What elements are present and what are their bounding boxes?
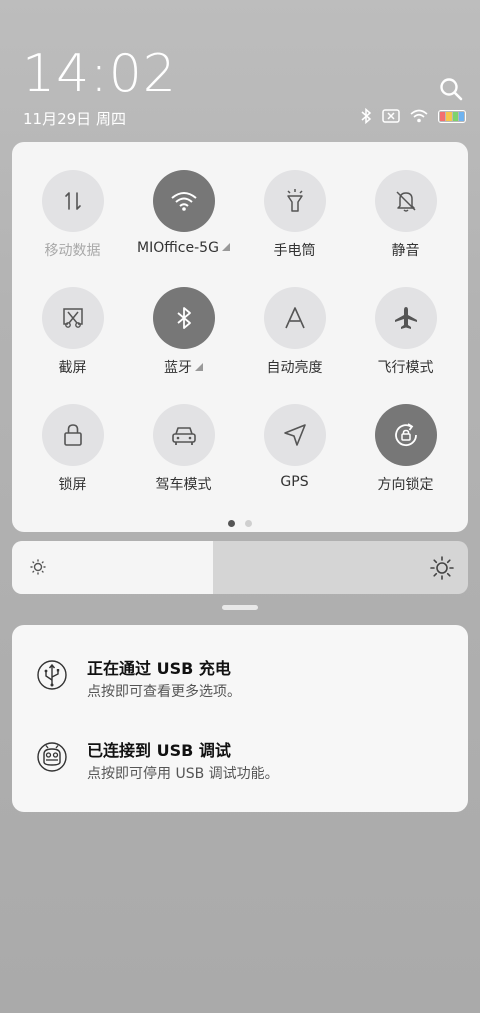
search-icon[interactable] bbox=[438, 76, 464, 102]
status-icons bbox=[360, 108, 466, 124]
notification-title: 已连接到 USB 调试 bbox=[87, 741, 231, 760]
bell-off-icon bbox=[395, 191, 416, 212]
page-indicator bbox=[12, 520, 468, 527]
brightness-high-icon bbox=[430, 556, 454, 580]
clock[interactable]: 14:02 bbox=[22, 44, 177, 104]
wifi-icon bbox=[410, 109, 428, 123]
no-sim-icon bbox=[382, 109, 400, 123]
expand-arrow-icon[interactable] bbox=[195, 363, 203, 371]
tile-circle[interactable] bbox=[152, 170, 215, 232]
usb-icon bbox=[37, 660, 67, 690]
battery-icon bbox=[438, 109, 466, 123]
screenshot-icon bbox=[62, 308, 83, 328]
tile-airplane-mode[interactable]: 飞行模式 bbox=[350, 287, 461, 397]
tile-circle[interactable] bbox=[41, 287, 104, 349]
tile-circle[interactable] bbox=[374, 287, 437, 349]
notification-title: 正在通过 USB 充电 bbox=[87, 659, 231, 678]
tile-mobile-data[interactable]: 移动数据 bbox=[17, 170, 128, 280]
notification-subtitle: 点按即可查看更多选项。 bbox=[87, 684, 241, 700]
tile-label-text: MIOffice-5G bbox=[137, 240, 219, 256]
tile-label-text: 蓝牙 bbox=[164, 360, 192, 376]
notification-usb-charging[interactable]: 正在通过 USB 充电 点按即可查看更多选项。 bbox=[12, 647, 468, 717]
auto-brightness-icon bbox=[284, 307, 305, 329]
tile-screenshot[interactable]: 截屏 bbox=[17, 287, 128, 397]
flashlight-icon bbox=[286, 189, 303, 212]
tile-circle[interactable] bbox=[41, 170, 104, 232]
mobile-data-icon bbox=[64, 192, 81, 210]
tile-label: 锁屏 bbox=[58, 477, 87, 493]
tile-circle[interactable] bbox=[263, 404, 326, 466]
bluetooth-icon bbox=[361, 108, 372, 124]
notification-subtitle: 点按即可停用 USB 调试功能。 bbox=[87, 766, 279, 782]
rotation-lock-icon bbox=[394, 423, 417, 447]
brightness-slider[interactable] bbox=[12, 541, 468, 594]
tile-rotation-lock[interactable]: 方向锁定 bbox=[350, 404, 461, 514]
tile-label: 静音 bbox=[391, 243, 420, 259]
tile-label: 手电筒 bbox=[273, 243, 316, 259]
quick-settings-panel: 移动数据 MIOffice-5G 手电筒 静音 截屏 蓝牙 自动亮度 飞行模式 … bbox=[12, 142, 468, 532]
tile-circle[interactable] bbox=[374, 404, 437, 466]
tile-label: 方向锁定 bbox=[377, 477, 434, 493]
brightness-low-icon bbox=[30, 559, 46, 575]
tile-circle[interactable] bbox=[152, 287, 215, 349]
page-dot[interactable] bbox=[228, 520, 235, 527]
tile-bluetooth[interactable]: 蓝牙 bbox=[128, 287, 239, 397]
car-icon bbox=[171, 427, 196, 445]
tile-label: 蓝牙 bbox=[128, 357, 239, 377]
tile-label: 驾车模式 bbox=[155, 477, 212, 493]
tile-circle[interactable] bbox=[263, 170, 326, 232]
tile-circle[interactable] bbox=[41, 404, 104, 466]
tile-auto-brightness[interactable]: 自动亮度 bbox=[239, 287, 350, 397]
lock-icon bbox=[63, 424, 82, 446]
tile-gps[interactable]: GPS bbox=[239, 404, 350, 514]
tile-label: GPS bbox=[280, 474, 309, 490]
tile-circle[interactable] bbox=[374, 170, 437, 232]
tile-circle[interactable] bbox=[152, 404, 215, 466]
tile-wifi[interactable]: MIOffice-5G bbox=[128, 170, 239, 280]
tile-label: 移动数据 bbox=[44, 243, 101, 259]
wifi-icon bbox=[170, 192, 197, 211]
tile-driving-mode[interactable]: 驾车模式 bbox=[128, 404, 239, 514]
tile-label: 自动亮度 bbox=[266, 360, 323, 376]
date[interactable]: 11月29日 周四 bbox=[23, 108, 126, 129]
status-area: 14:02 11月29日 周四 bbox=[0, 0, 480, 140]
notification-usb-debugging[interactable]: 已连接到 USB 调试 点按即可停用 USB 调试功能。 bbox=[12, 729, 468, 799]
tile-label: 飞行模式 bbox=[377, 360, 434, 376]
tile-label: MIOffice-5G bbox=[128, 240, 239, 256]
tile-circle[interactable] bbox=[263, 287, 326, 349]
notification-panel: 正在通过 USB 充电 点按即可查看更多选项。 已连接到 USB 调试 点按即可… bbox=[12, 625, 468, 812]
airplane-icon bbox=[394, 307, 417, 329]
tile-flashlight[interactable]: 手电筒 bbox=[239, 170, 350, 280]
android-debug-icon bbox=[37, 742, 67, 772]
drag-handle[interactable] bbox=[222, 605, 258, 610]
tile-lock-screen[interactable]: 锁屏 bbox=[17, 404, 128, 514]
page-dot[interactable] bbox=[245, 520, 252, 527]
tile-mute[interactable]: 静音 bbox=[350, 170, 461, 280]
tile-label: 截屏 bbox=[58, 360, 87, 376]
expand-arrow-icon[interactable] bbox=[221, 243, 230, 251]
bluetooth-icon bbox=[176, 307, 191, 329]
gps-icon bbox=[283, 424, 306, 446]
